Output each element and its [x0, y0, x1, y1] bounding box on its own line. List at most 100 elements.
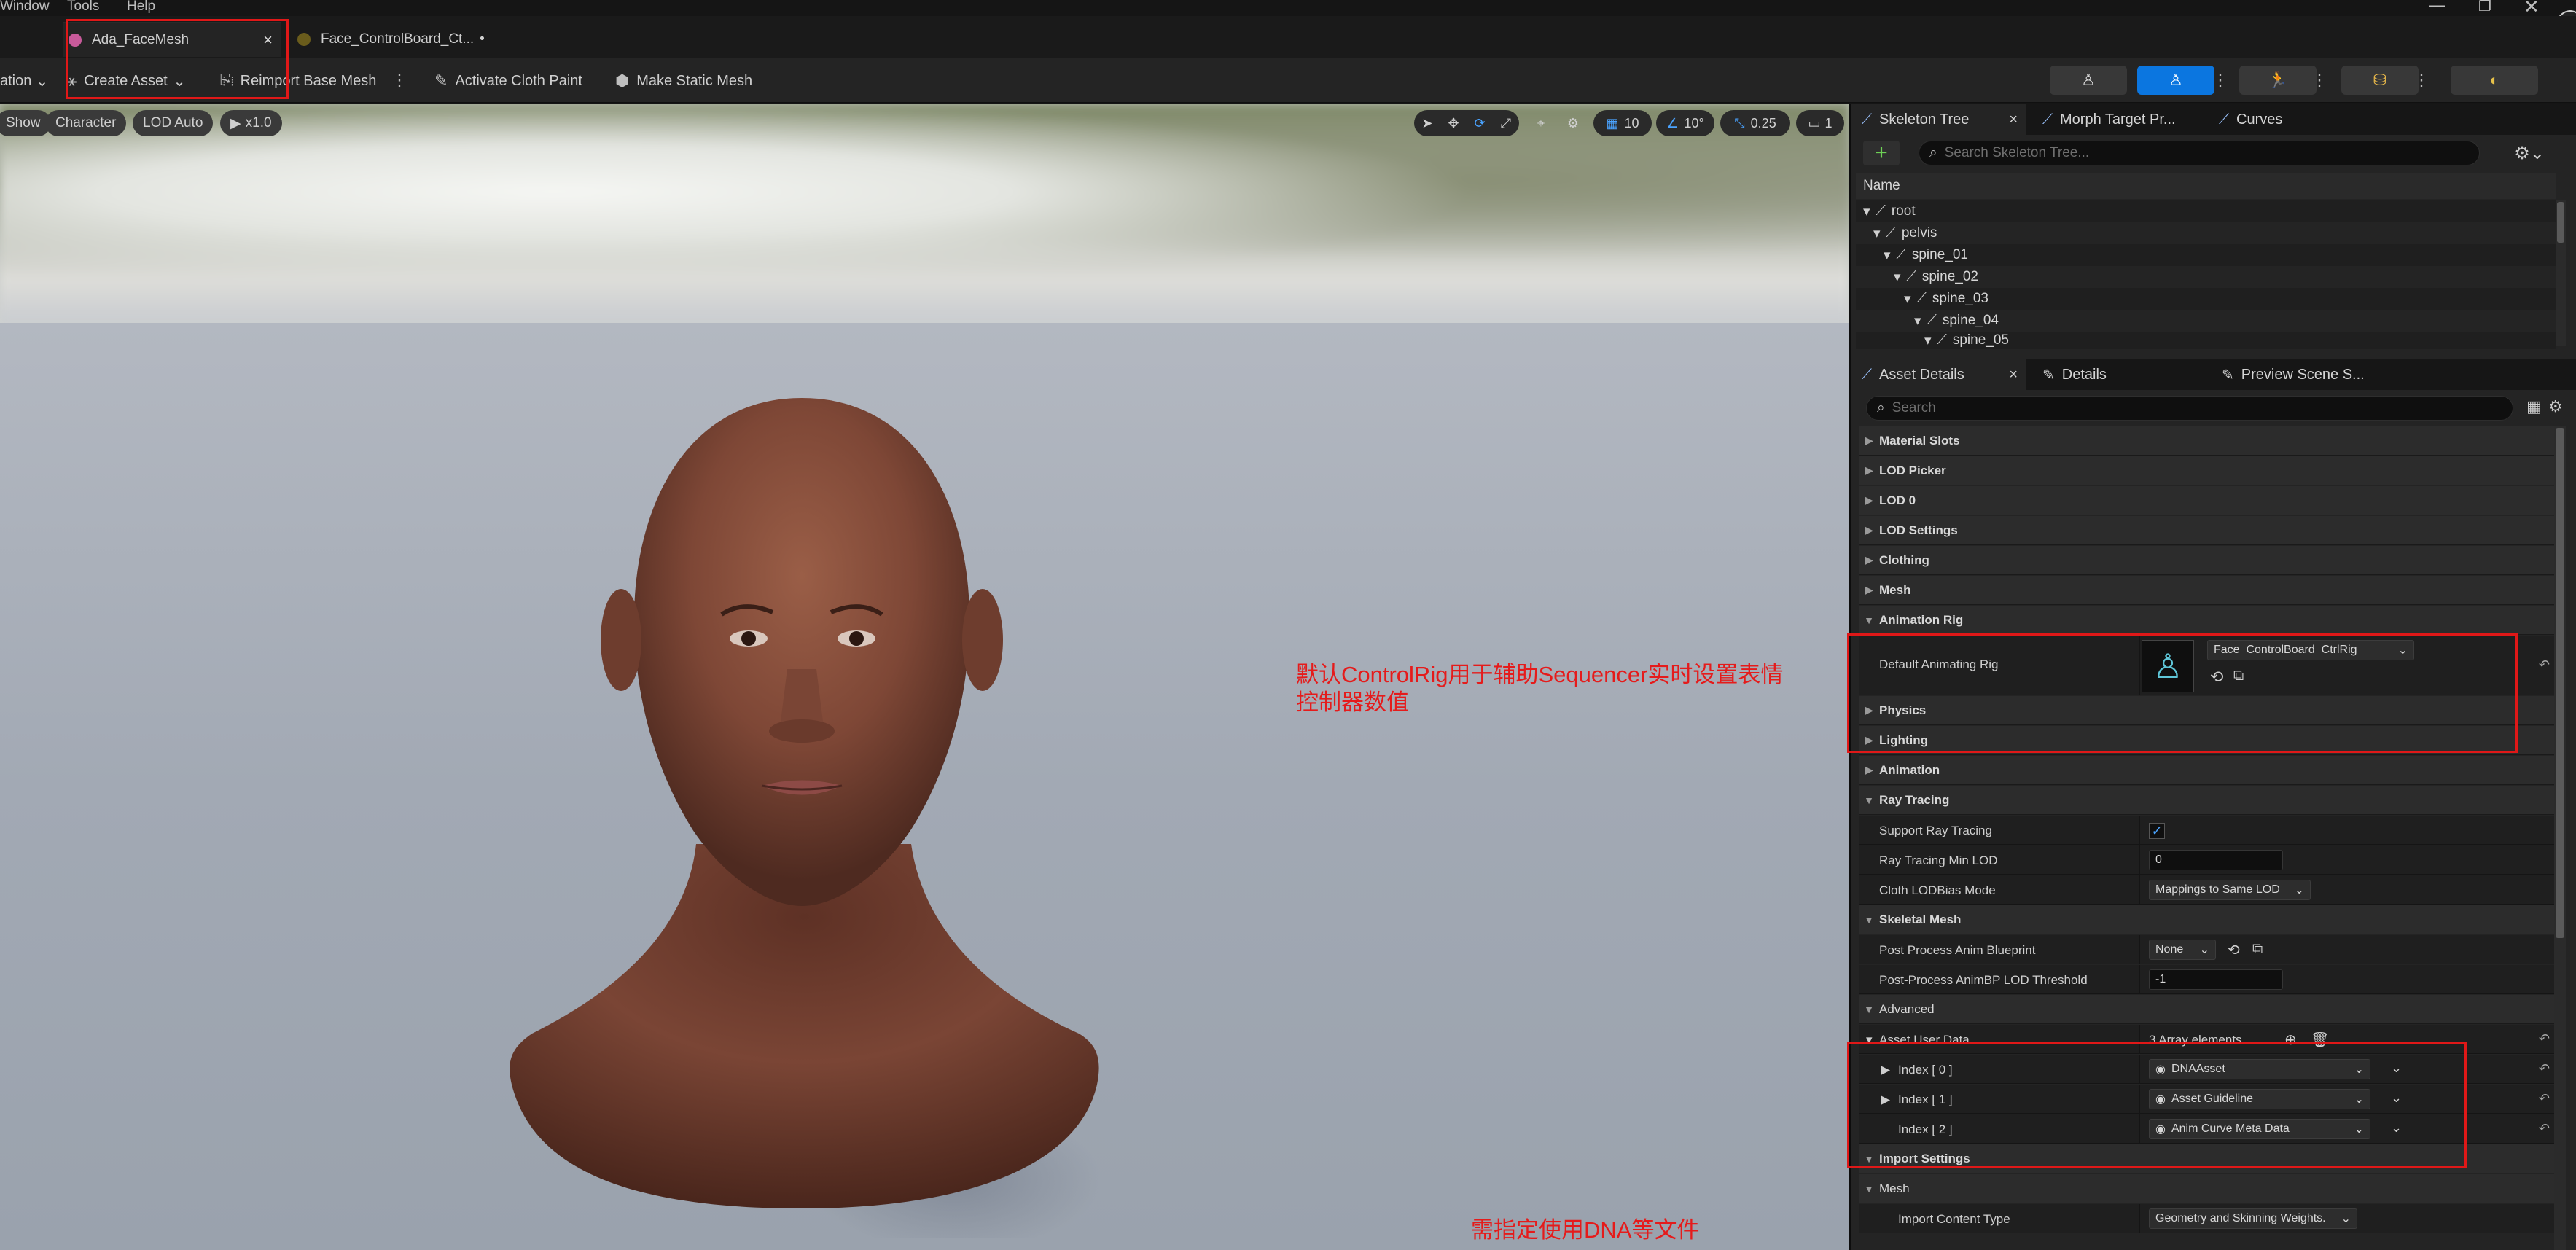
scroll-thumb[interactable] — [2556, 428, 2564, 938]
bone-row-spine-04[interactable]: ▾ ⟋ spine_04 — [1856, 310, 2556, 332]
delete-all-icon[interactable]: 🗑 — [2311, 1031, 2329, 1049]
control-rig-thumbnail[interactable]: ♙ — [2142, 640, 2194, 692]
cloth-lodbias-dropdown[interactable]: Mappings to Same LOD ⌄ — [2149, 880, 2311, 900]
category-lighting[interactable]: ▶ Lighting — [1859, 726, 2557, 755]
tab-face-controlboard[interactable]: Face_ControlBoard_Ct... • — [292, 22, 510, 57]
element-options-icon[interactable]: ⌄ — [2391, 1060, 2402, 1076]
category-clothing[interactable]: ▶ Clothing — [1859, 546, 2557, 575]
skeleton-mode-button[interactable]: ♙ — [2050, 66, 2127, 95]
animation-mode-button[interactable]: 🏃 — [2239, 66, 2317, 95]
animation-mode-options-icon[interactable]: ⋮ — [2311, 64, 2327, 96]
reset-to-default-icon[interactable]: ↶ — [2539, 1121, 2550, 1136]
category-lod-picker[interactable]: ▶ LOD Picker — [1859, 456, 2557, 485]
use-selected-asset-icon[interactable]: ⧉ — [2252, 941, 2263, 958]
menu-window[interactable]: Window — [0, 0, 50, 15]
add-element-icon[interactable]: ⊕ — [2284, 1031, 2297, 1049]
category-ray-tracing[interactable]: ▼ Ray Tracing — [1859, 786, 2557, 815]
ray-tracing-min-lod-input[interactable]: 0 — [2149, 850, 2283, 870]
animbp-lod-threshold-input[interactable]: -1 — [2149, 969, 2283, 990]
surface-snap-icon[interactable]: ⚙ — [1558, 110, 1588, 136]
tab-morph-target-preview[interactable]: ⟋ Morph Target Pr... — [2034, 104, 2209, 135]
support-ray-tracing-checkbox[interactable]: ✓ — [2149, 823, 2165, 839]
category-skeletal-mesh[interactable]: ▼ Skeletal Mesh — [1859, 905, 2557, 934]
details-scrollbar[interactable] — [2554, 426, 2566, 1250]
minimize-icon[interactable]: — — [2429, 0, 2445, 15]
tab-ada-facemesh[interactable]: Ada_FaceMesh × — [63, 22, 281, 57]
grid-snap-button[interactable]: ▦ 10 — [1593, 110, 1652, 136]
skeleton-scrollbar[interactable] — [2556, 200, 2566, 346]
restore-icon[interactable]: ❐ — [2478, 0, 2491, 15]
expand-arrow-icon[interactable]: ▶ — [1881, 1093, 1890, 1107]
physics-mode-button[interactable]: ◐ — [2451, 66, 2538, 95]
skeleton-search-input[interactable]: ⌕ Search Skeleton Tree... — [1919, 141, 2480, 165]
local-space-icon[interactable]: ⌖ — [1526, 110, 1556, 136]
rotation-snap-button[interactable]: ∠ 10° — [1656, 110, 1714, 136]
create-asset-button[interactable]: ⚹ Create Asset ⌄ — [67, 58, 185, 103]
scale-mode-icon[interactable]: ⤢ — [1493, 110, 1519, 136]
activate-cloth-paint-button[interactable]: ✎ Activate Cloth Paint — [434, 58, 582, 103]
close-tab-icon[interactable]: × — [2009, 112, 2018, 128]
tab-skeleton-tree[interactable]: ⟋ Skeleton Tree × — [1851, 104, 2026, 135]
reset-to-default-icon[interactable]: ↶ — [2539, 1061, 2550, 1077]
blueprint-mode-options-icon[interactable]: ⋮ — [2413, 64, 2429, 96]
category-lod-settings[interactable]: ▶ LOD Settings — [1859, 516, 2557, 545]
bone-row-pelvis[interactable]: ▾ ⟋ pelvis — [1856, 222, 2556, 244]
select-mode-icon[interactable]: ➤ — [1414, 110, 1440, 136]
tab-preview-scene-settings[interactable]: ✎ Preview Scene S... — [2213, 359, 2403, 390]
index0-dropdown[interactable]: ◉ DNAAsset ⌄ — [2149, 1059, 2370, 1079]
details-search-input[interactable]: ⌕ Search — [1866, 396, 2513, 421]
character-menu-button[interactable]: Character — [45, 110, 127, 136]
lod-menu-button[interactable]: LOD Auto — [133, 110, 214, 136]
translate-mode-icon[interactable]: ✥ — [1440, 110, 1467, 136]
playback-speed-button[interactable]: ▶ x1.0 — [220, 110, 282, 136]
tab-curves[interactable]: ⟋ Curves — [2210, 104, 2327, 135]
bone-row-root[interactable]: ▾ ⟋ root — [1856, 200, 2556, 222]
category-animation[interactable]: ▶ Animation — [1859, 756, 2557, 785]
browse-to-asset-icon[interactable]: ⟲ — [2210, 668, 2223, 687]
reimport-options-icon[interactable]: ⋮ — [391, 64, 407, 96]
camera-speed-button[interactable]: ▭ 1 — [1796, 110, 1844, 136]
category-mesh[interactable]: ▶ Mesh — [1859, 576, 2557, 605]
viewport[interactable]: Show Character LOD Auto ▶ x1.0 ➤ ✥ ⟳ ⤢ ⌖ … — [0, 104, 1849, 1250]
skeleton-settings-icon[interactable]: ⚙⌄ — [2507, 141, 2551, 165]
add-socket-button[interactable]: + — [1863, 141, 1900, 165]
bone-row-spine-01[interactable]: ▾ ⟋ spine_01 — [1856, 244, 2556, 266]
show-menu-button[interactable]: Show — [0, 110, 51, 136]
name-column-header[interactable]: Name — [1856, 173, 2556, 199]
tab-details[interactable]: ✎ Details — [2034, 359, 2179, 390]
details-settings-icon[interactable]: ⚙ — [2548, 397, 2563, 416]
category-physics[interactable]: ▶ Physics — [1859, 696, 2557, 725]
close-tab-icon[interactable]: × — [2009, 367, 2018, 383]
expand-arrow-icon[interactable]: ▶ — [1881, 1063, 1890, 1077]
collapse-arrow-icon[interactable]: ▾ — [1866, 1033, 1873, 1047]
reset-to-default-icon[interactable]: ↶ — [2539, 1091, 2550, 1106]
make-static-mesh-button[interactable]: ⬢ Make Static Mesh — [615, 58, 752, 103]
reimport-base-mesh-button[interactable]: ⎘ Reimport Base Mesh — [220, 58, 376, 103]
bone-row-spine-03[interactable]: ▾ ⟋ spine_03 — [1856, 288, 2556, 310]
mesh-mode-options-icon[interactable]: ⋮ — [2212, 64, 2228, 96]
tab-asset-details[interactable]: ⟋ Asset Details × — [1851, 359, 2026, 390]
import-content-type-dropdown[interactable]: Geometry and Skinning Weights. ⌄ — [2149, 1208, 2357, 1229]
category-import-mesh[interactable]: ▼ Mesh — [1859, 1174, 2557, 1203]
bone-row-spine-05[interactable]: ▾ ⟋ spine_05 — [1856, 332, 2556, 349]
scale-snap-button[interactable]: ⤡ 0.25 — [1720, 110, 1790, 136]
menu-help[interactable]: Help — [127, 0, 155, 15]
blueprint-mode-button[interactable]: ⛁ — [2341, 66, 2419, 95]
reset-to-default-icon[interactable]: ↶ — [2539, 1031, 2550, 1047]
index1-dropdown[interactable]: ◉ Asset Guideline ⌄ — [2149, 1089, 2370, 1109]
default-rig-dropdown[interactable]: Face_ControlBoard_CtrlRig ⌄ — [2207, 640, 2414, 660]
element-options-icon[interactable]: ⌄ — [2391, 1120, 2402, 1136]
table-view-icon[interactable]: ▦ — [2526, 397, 2542, 416]
menu-tools[interactable]: Tools — [67, 0, 99, 15]
browse-to-asset-icon[interactable]: ⟲ — [2228, 941, 2240, 959]
category-advanced[interactable]: ▼ Advanced — [1859, 995, 2557, 1024]
index2-dropdown[interactable]: ◉ Anim Curve Meta Data ⌄ — [2149, 1119, 2370, 1139]
reset-to-default-icon[interactable]: ↶ — [2539, 657, 2550, 673]
bone-row-spine-02[interactable]: ▾ ⟋ spine_02 — [1856, 266, 2556, 288]
category-import-settings[interactable]: ▼ Import Settings — [1859, 1144, 2557, 1173]
category-material-slots[interactable]: ▶ Material Slots — [1859, 426, 2557, 456]
category-animation-rig[interactable]: ▼ Animation Rig — [1859, 606, 2557, 635]
post-process-dropdown[interactable]: None ⌄ — [2149, 940, 2216, 960]
rotate-mode-icon[interactable]: ⟳ — [1467, 110, 1493, 136]
element-options-icon[interactable]: ⌄ — [2391, 1090, 2402, 1106]
